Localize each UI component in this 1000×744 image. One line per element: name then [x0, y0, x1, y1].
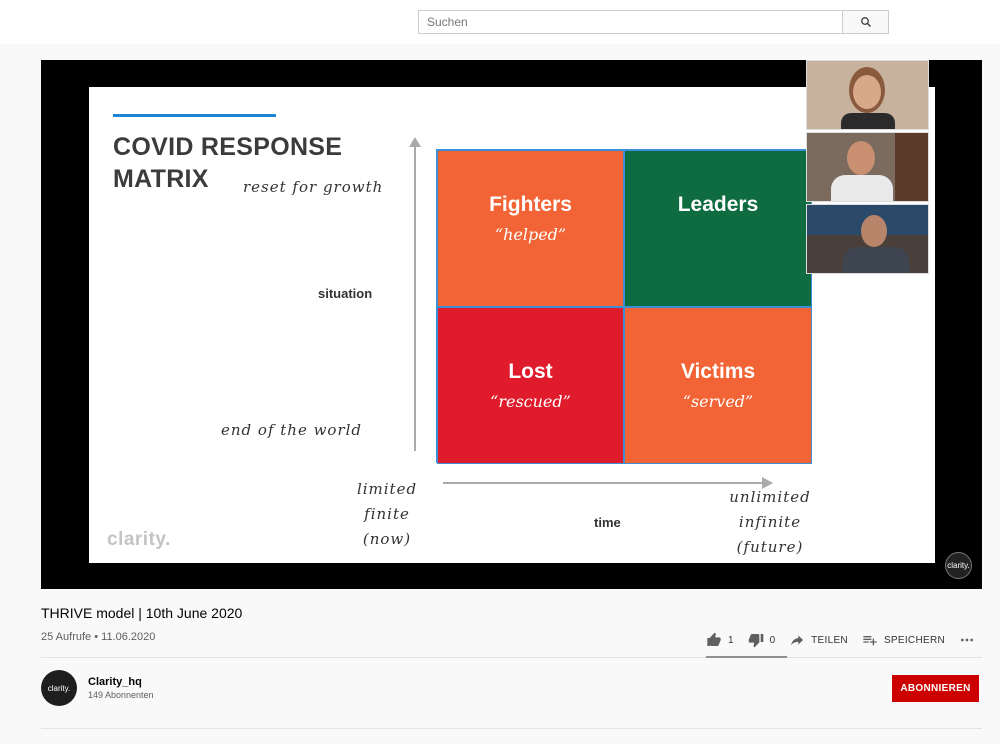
- quadrant-subtitle: “served”: [682, 392, 754, 411]
- participant-body: [843, 247, 909, 273]
- search-icon: [860, 17, 871, 27]
- y-top-note: reset for growth: [243, 178, 384, 196]
- title-rule: [113, 114, 276, 117]
- thumbs-up-icon: [707, 632, 721, 646]
- y-axis-line: [414, 139, 416, 451]
- slide-logo: clarity.: [107, 529, 171, 550]
- x-left-note-line: finite: [364, 505, 410, 523]
- save-label: SPEICHERN: [883, 634, 945, 646]
- share-label: TEILEN: [811, 634, 848, 646]
- subscribe-button[interactable]: ABONNIEREN: [892, 675, 979, 702]
- more-actions-button[interactable]: [959, 632, 981, 648]
- video-player[interactable]: COVID RESPONSE MATRIX reset for growth e…: [41, 60, 982, 589]
- channel-avatar[interactable]: clarity.: [41, 670, 77, 706]
- search-input[interactable]: [418, 10, 842, 34]
- like-count: 1: [728, 634, 734, 646]
- dislike-button[interactable]: 0: [748, 632, 776, 648]
- participant-body: [841, 113, 895, 129]
- divider: [41, 657, 982, 658]
- search-button[interactable]: [842, 10, 889, 34]
- x-left-note-line: (now): [362, 530, 412, 548]
- participant-video-3: [806, 204, 929, 274]
- x-axis-line: [443, 482, 763, 484]
- participant-body: [831, 175, 893, 201]
- bookshelf: [895, 133, 928, 201]
- y-bottom-note: end of the world: [221, 421, 363, 439]
- participant-face: [861, 215, 887, 247]
- participant-video-1: [806, 60, 929, 130]
- y-axis-label: situation: [318, 286, 373, 301]
- sentiment-bar: [706, 656, 787, 658]
- video-title: THRIVE model | 10th June 2020: [41, 605, 243, 621]
- channel-name[interactable]: Clarity_hq: [88, 676, 142, 688]
- quadrant-subtitle: “rescued”: [490, 392, 571, 411]
- divider: [41, 728, 982, 729]
- video-meta: 25 Aufrufe • 11.06.2020: [41, 631, 155, 643]
- response-matrix: Fighters “helped” Leaders Lost “rescued”…: [436, 149, 812, 464]
- playlist-add-icon: [863, 636, 877, 646]
- publish-date: 11.06.2020: [101, 631, 156, 643]
- quadrant-title: Leaders: [677, 193, 759, 216]
- share-button[interactable]: TEILEN: [789, 632, 848, 648]
- more-horizontal-icon: [960, 638, 973, 642]
- thumbs-down-icon: [748, 634, 763, 648]
- participant-face: [853, 75, 881, 109]
- search-bar: [418, 10, 889, 34]
- quadrant-title: Lost: [508, 360, 553, 383]
- view-count: 25 Aufrufe: [41, 631, 92, 643]
- participant-video-2: [806, 132, 929, 202]
- share-icon: [791, 635, 804, 646]
- top-bar: [0, 0, 1000, 44]
- x-right-note-line: infinite: [738, 513, 802, 531]
- dislike-count: 0: [769, 634, 776, 646]
- like-button[interactable]: 1: [706, 632, 734, 648]
- x-axis-label: time: [594, 515, 621, 530]
- quadrant-leaders: Leaders: [624, 150, 812, 307]
- quadrant-title: Victims: [680, 360, 756, 383]
- video-actions: 1 0 TEILEN SPEICHERN: [706, 624, 995, 656]
- quadrant-subtitle: “helped”: [494, 225, 567, 244]
- channel-watermark[interactable]: clarity.: [945, 552, 972, 579]
- x-left-note-line: limited: [356, 480, 418, 498]
- quadrant-victims: Victims “served”: [624, 307, 812, 464]
- x-right-note: unlimited infinite (future): [725, 485, 815, 560]
- quadrant-lost: Lost “rescued”: [437, 307, 624, 464]
- quadrant-title: Fighters: [489, 193, 572, 216]
- quadrant-fighters: Fighters “helped”: [437, 150, 624, 307]
- subscriber-count: 149 Abonnenten: [88, 690, 154, 700]
- x-left-note: limited finite (now): [352, 477, 422, 552]
- x-right-note-line: unlimited: [729, 488, 811, 506]
- participant-face: [847, 141, 875, 175]
- x-right-note-line: (future): [736, 538, 804, 556]
- save-button[interactable]: SPEICHERN: [862, 632, 945, 648]
- slide-title-line1: COVID RESPONSE: [113, 133, 343, 161]
